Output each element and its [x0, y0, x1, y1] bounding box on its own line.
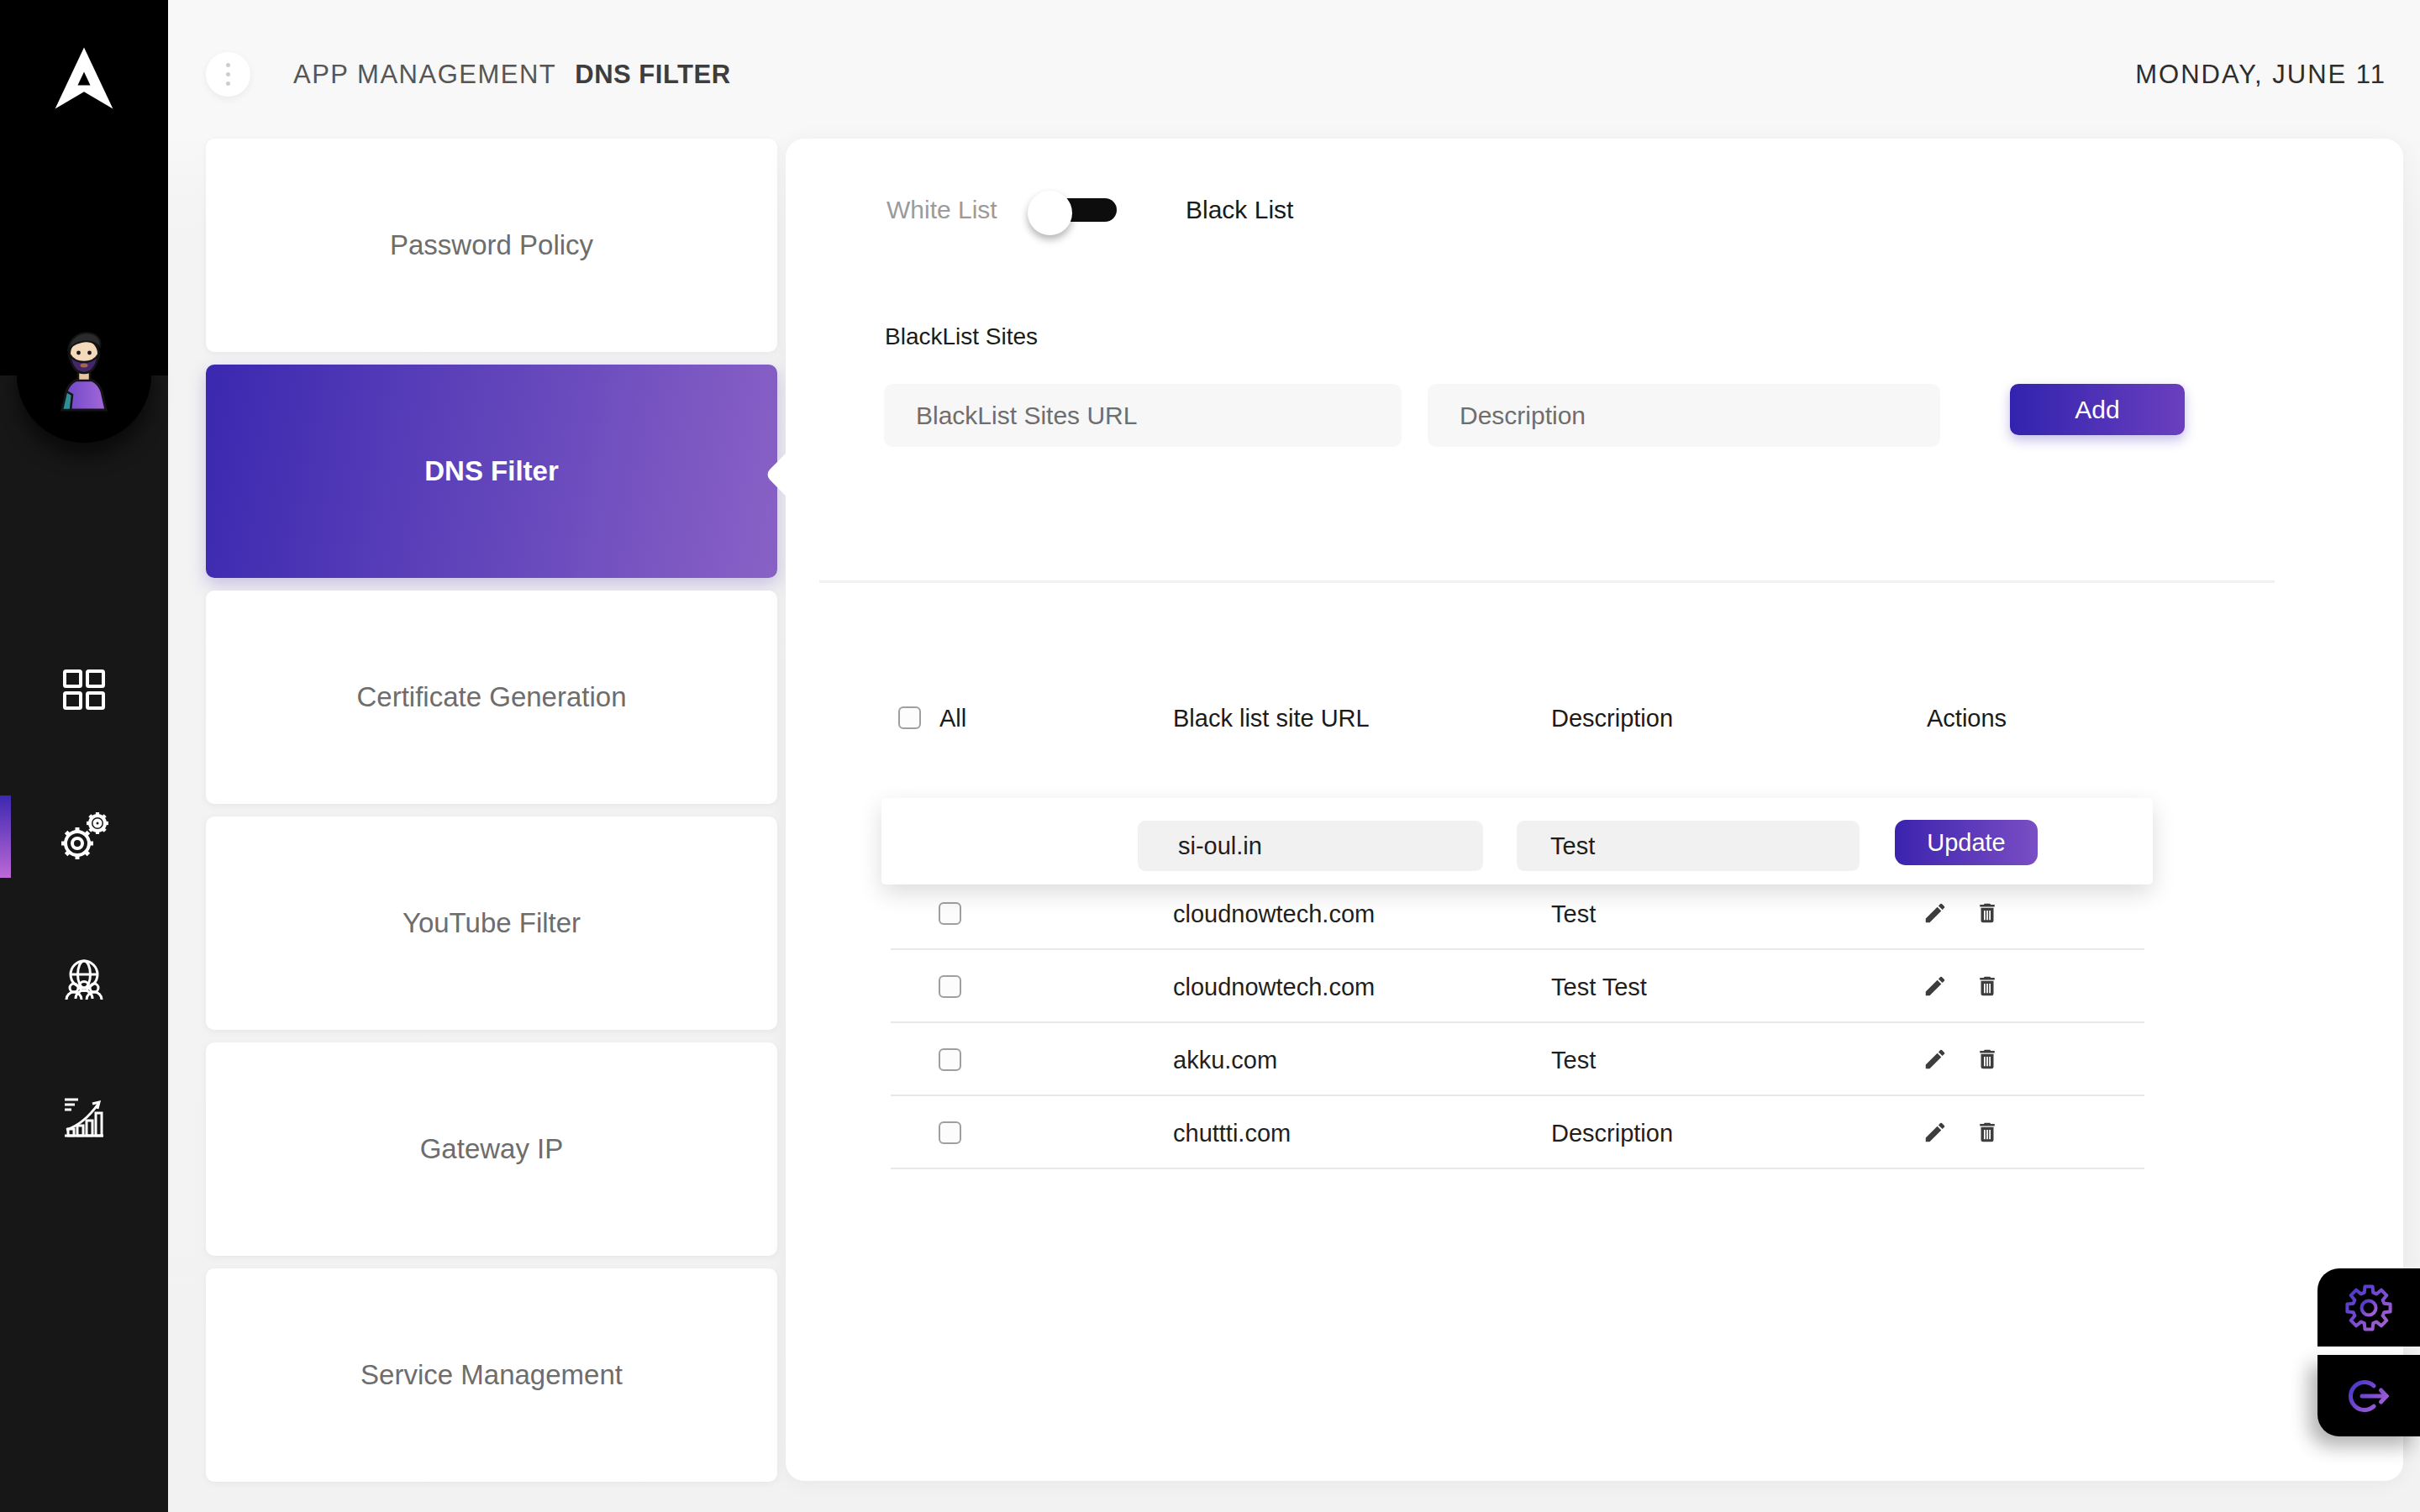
blacklist-toggle-label[interactable]: Black List — [1186, 196, 1293, 224]
edit-pencil-icon[interactable] — [1921, 972, 1949, 1000]
column-header-url: Black list site URL — [1173, 705, 1370, 732]
delete-trash-icon[interactable] — [1973, 1118, 2002, 1147]
settings-gear-icon — [2344, 1283, 2394, 1333]
menu-card-label: DNS Filter — [424, 455, 559, 487]
menu-card-label: Gateway IP — [420, 1133, 564, 1165]
table-row: cloudnowtech.com Test — [891, 877, 2144, 950]
table-row: cloudnowtech.com Test Test — [891, 950, 2144, 1023]
edit-pencil-icon[interactable] — [1921, 1045, 1949, 1074]
settings-gears-icon[interactable] — [55, 808, 111, 864]
menu-card-certificate-generation[interactable]: Certificate Generation — [206, 591, 777, 804]
menu-card-youtube-filter[interactable]: YouTube Filter — [206, 816, 777, 1030]
user-avatar[interactable] — [57, 328, 111, 412]
logout-icon — [2344, 1372, 2393, 1420]
column-header-actions: Actions — [1927, 705, 2007, 732]
menu-card-label: YouTube Filter — [402, 907, 581, 939]
update-button[interactable]: Update — [1895, 820, 2038, 865]
active-nav-indicator — [0, 795, 11, 878]
menu-card-dns-filter[interactable]: DNS Filter — [206, 365, 777, 578]
kebab-dots-icon — [226, 63, 230, 86]
form-divider — [819, 580, 2275, 583]
blacklist-sites-section-label: BlackList Sites — [885, 323, 1038, 350]
row-description: Test — [1551, 900, 1596, 928]
delete-trash-icon[interactable] — [1973, 1045, 2002, 1074]
apps-grid-icon[interactable] — [61, 667, 107, 712]
edit-description-input[interactable] — [1517, 821, 1860, 871]
row-url: akku.com — [1173, 1047, 1277, 1074]
row-url: cloudnowtech.com — [1173, 900, 1375, 928]
edit-row-card: Update — [881, 798, 2153, 885]
column-header-description: Description — [1551, 705, 1673, 732]
row-description: Test Test — [1551, 974, 1647, 1001]
row-checkbox[interactable] — [939, 1121, 961, 1144]
reports-chart-icon[interactable] — [61, 1093, 107, 1138]
whitelist-toggle-label[interactable]: White List — [886, 196, 997, 224]
row-description: Test — [1551, 1047, 1596, 1074]
page-titles: APP MANAGEMENT DNS FILTER — [293, 60, 731, 90]
select-all-checkbox[interactable] — [898, 706, 921, 729]
add-button[interactable]: Add — [2010, 384, 2185, 435]
edit-pencil-icon[interactable] — [1921, 1118, 1949, 1147]
page-title: DNS FILTER — [575, 60, 730, 90]
row-url: chuttti.com — [1173, 1120, 1291, 1147]
row-url: cloudnowtech.com — [1173, 974, 1375, 1001]
page-title-prefix: APP MANAGEMENT — [293, 60, 556, 90]
menu-card-label: Password Policy — [390, 229, 593, 261]
menu-kebab-button[interactable] — [206, 52, 250, 97]
blacklist-url-input[interactable] — [884, 384, 1402, 447]
menu-card-service-management[interactable]: Service Management — [206, 1268, 777, 1482]
select-all-label: All — [939, 705, 966, 732]
dns-filter-panel: White List Black List BlackList Sites Ad… — [786, 139, 2403, 1481]
table-row: akku.com Test — [891, 1023, 2144, 1096]
global-users-icon[interactable] — [61, 956, 107, 1001]
menu-card-password-policy[interactable]: Password Policy — [206, 139, 777, 352]
toggle-knob[interactable] — [1028, 191, 1072, 235]
delete-trash-icon[interactable] — [1973, 899, 2002, 927]
brand-logo-icon[interactable] — [44, 42, 124, 114]
table-row: chuttti.com Description — [891, 1096, 2144, 1169]
header-date: MONDAY, JUNE 11 — [2135, 60, 2386, 90]
row-checkbox[interactable] — [939, 902, 961, 925]
row-description: Description — [1551, 1120, 1673, 1147]
menu-card-label: Service Management — [360, 1359, 623, 1391]
delete-trash-icon[interactable] — [1973, 972, 2002, 1000]
sidebar — [0, 0, 168, 1512]
edit-pencil-icon[interactable] — [1921, 899, 1949, 927]
menu-card-label: Certificate Generation — [357, 681, 627, 713]
menu-card-gateway-ip[interactable]: Gateway IP — [206, 1042, 777, 1256]
list-mode-toggle[interactable] — [1033, 198, 1117, 222]
row-checkbox[interactable] — [939, 975, 961, 998]
floating-logout-button[interactable] — [2317, 1355, 2420, 1436]
edit-url-input[interactable] — [1138, 821, 1483, 871]
floating-settings-button[interactable] — [2317, 1268, 2420, 1347]
row-checkbox[interactable] — [939, 1048, 961, 1071]
description-input[interactable] — [1428, 384, 1940, 447]
